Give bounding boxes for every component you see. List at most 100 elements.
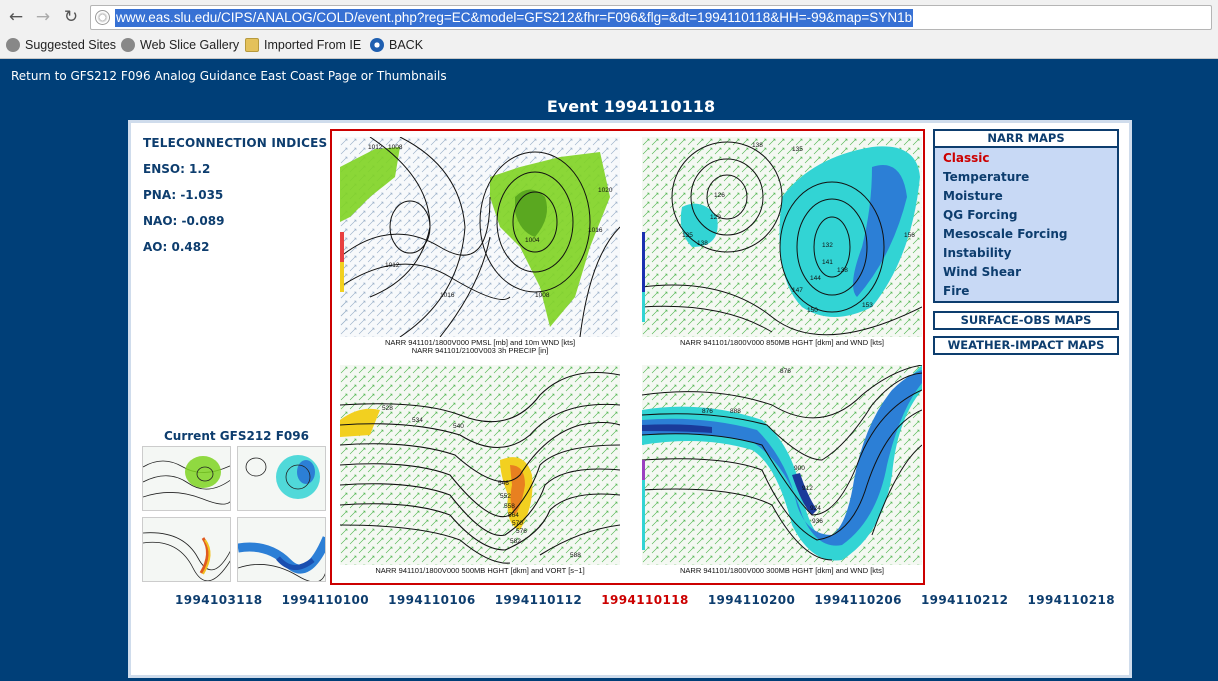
height-label: 876: [702, 408, 713, 415]
page-globe-icon: [95, 10, 110, 25]
height-label: 876: [780, 368, 791, 375]
current-model-label: Current GFS212 F096: [164, 429, 309, 443]
height-label: 534: [412, 417, 423, 424]
map-category-menu: NARR MAPS Classic Temperature Moisture Q…: [933, 129, 1119, 355]
menu-item-mesoscale-forcing[interactable]: Mesoscale Forcing: [943, 225, 1117, 244]
url-text[interactable]: www.eas.slu.edu/CIPS/ANALOG/COLD/event.p…: [115, 9, 914, 27]
height-label: 546: [498, 480, 509, 487]
isobar-label: 1008: [388, 144, 403, 151]
date-link[interactable]: 1994103118: [175, 593, 263, 607]
forward-arrow-icon[interactable]: →: [32, 6, 54, 28]
isobar-label: 1012: [385, 262, 400, 269]
height-label: 540: [453, 423, 464, 430]
pna-value: PNA: -1.035: [143, 188, 224, 202]
page-title: Event 1994110118: [546, 97, 716, 116]
narr-maps-list: Classic Temperature Moisture QG Forcing …: [933, 148, 1119, 303]
isobar-label: 1004: [525, 237, 540, 244]
date-link[interactable]: 1994110100: [282, 593, 370, 607]
narr-maps-button[interactable]: NARR MAPS: [933, 129, 1119, 148]
bookmark-imported-from-ie[interactable]: Imported From IE: [245, 36, 361, 54]
height-label: 888: [730, 408, 741, 415]
ao-value: AO: 0.482: [143, 240, 210, 254]
footer-note: For a list of the WMO weather types used…: [132, 638, 712, 652]
date-link[interactable]: 1994110200: [708, 593, 796, 607]
nao-value: NAO: -0.089: [143, 214, 225, 228]
teleconnection-heading: TELECONNECTION INDICES: [143, 136, 328, 150]
height-label: 132: [822, 242, 833, 249]
return-link[interactable]: Return to GFS212 F096 Analog Guidance Ea…: [11, 69, 357, 83]
height-label: 156: [904, 232, 915, 239]
height-label: 588: [570, 552, 581, 559]
height-label: 564: [508, 512, 519, 519]
thumb-pmsl[interactable]: [142, 446, 231, 511]
surface-obs-maps-button[interactable]: SURFACE-OBS MAPS: [933, 311, 1119, 330]
height-label: 924: [810, 505, 821, 512]
event-panel: TELECONNECTION INDICES ENSO: 1.2 PNA: -1…: [128, 120, 1132, 678]
map-500mb-panel[interactable]: 534 540 528 546 552 558 564 570 576 582 …: [340, 365, 620, 585]
map-850mb-panel[interactable]: 138 135 126 129 132 138 141 144 147 150 …: [642, 137, 922, 357]
menu-item-instability[interactable]: Instability: [943, 244, 1117, 263]
enso-value: ENSO: 1.2: [143, 162, 211, 176]
weather-impact-maps-button[interactable]: WEATHER-IMPACT MAPS: [933, 336, 1119, 355]
height-label: 135: [792, 146, 803, 153]
page-body: Return to GFS212 F096 Analog Guidance Ea…: [0, 60, 1218, 681]
height-label: 582: [510, 538, 521, 545]
height-label: 576: [516, 528, 527, 535]
height-label: 153: [862, 302, 873, 309]
thumb-300mb[interactable]: [237, 517, 326, 582]
height-label: 900: [794, 465, 805, 472]
height-label: 126: [714, 192, 725, 199]
bookmark-web-slice-gallery[interactable]: Web Slice Gallery: [121, 36, 239, 54]
date-navigation: 1994103118 1994110100 1994110106 1994110…: [175, 593, 1115, 607]
menu-item-qg-forcing[interactable]: QG Forcing: [943, 206, 1117, 225]
menu-item-fire[interactable]: Fire: [943, 282, 1117, 301]
current-thumbnails: [142, 446, 328, 583]
globe-icon: [6, 38, 20, 52]
height-label: 558: [504, 503, 515, 510]
browser-chrome: ← → ↻ www.eas.slu.edu/CIPS/ANALOG/COLD/e…: [0, 0, 1218, 59]
thumbnails-link[interactable]: Thumbnails: [377, 69, 447, 83]
height-label: 552: [500, 493, 511, 500]
footer-period: .: [708, 638, 713, 652]
map-300mb-caption: NARR 941101/1800V000 300MB HGHT [dkm] an…: [680, 566, 884, 575]
date-link[interactable]: 1994110106: [388, 593, 476, 607]
date-link[interactable]: 1994110206: [814, 593, 902, 607]
height-label: 138: [697, 240, 708, 247]
menu-item-wind-shear[interactable]: Wind Shear: [943, 263, 1117, 282]
height-label: 936: [812, 518, 823, 525]
bookmark-back[interactable]: BACK: [370, 36, 423, 54]
map-precip-caption: NARR 941101/2100V003 3h PRECIP [in]: [411, 346, 549, 355]
narr-map-grid: 1012 1008 1020 1016 1004 1008 1012 1016 …: [330, 129, 925, 585]
or-text: or: [360, 69, 374, 83]
folder-icon: [245, 38, 259, 52]
date-link-current[interactable]: 1994110118: [601, 593, 689, 607]
map-300mb-panel[interactable]: 876 888 876 900 912 924 936 NARR 941101/…: [642, 365, 922, 585]
teleconnection-indices: TELECONNECTION INDICES ENSO: 1.2 PNA: -1…: [143, 130, 327, 260]
bookmark-suggested-sites[interactable]: Suggested Sites: [6, 36, 116, 54]
menu-item-moisture[interactable]: Moisture: [943, 187, 1117, 206]
reload-icon[interactable]: ↻: [60, 6, 82, 28]
footer-here-link[interactable]: here: [678, 638, 709, 652]
date-link[interactable]: 1994110218: [1028, 593, 1116, 607]
date-link[interactable]: 1994110212: [921, 593, 1009, 607]
menu-item-classic[interactable]: Classic: [943, 149, 1117, 168]
thumb-500mb[interactable]: [142, 517, 231, 582]
height-label: 138: [837, 267, 848, 274]
globe-icon: [121, 38, 135, 52]
isobar-label: 1016: [588, 227, 603, 234]
thumb-850mb[interactable]: [237, 446, 326, 511]
isobar-label: 1008: [535, 292, 550, 299]
back-arrow-icon[interactable]: ←: [5, 6, 27, 28]
height-label: 912: [802, 485, 813, 492]
menu-item-temperature[interactable]: Temperature: [943, 168, 1117, 187]
height-label: 138: [752, 142, 763, 149]
map-pmsl-panel[interactable]: 1012 1008 1020 1016 1004 1008 1012 1016 …: [340, 137, 620, 357]
noaa-logo-icon: [370, 38, 384, 52]
isobar-label: 1012: [368, 144, 383, 151]
height-label: 570: [512, 520, 523, 527]
address-bar[interactable]: www.eas.slu.edu/CIPS/ANALOG/COLD/event.p…: [90, 5, 1212, 30]
height-label: 135: [682, 232, 693, 239]
map-850mb-caption: NARR 941101/1800V000 850MB HGHT [dkm] an…: [680, 338, 884, 347]
height-label: 147: [792, 287, 803, 294]
date-link[interactable]: 1994110112: [495, 593, 583, 607]
